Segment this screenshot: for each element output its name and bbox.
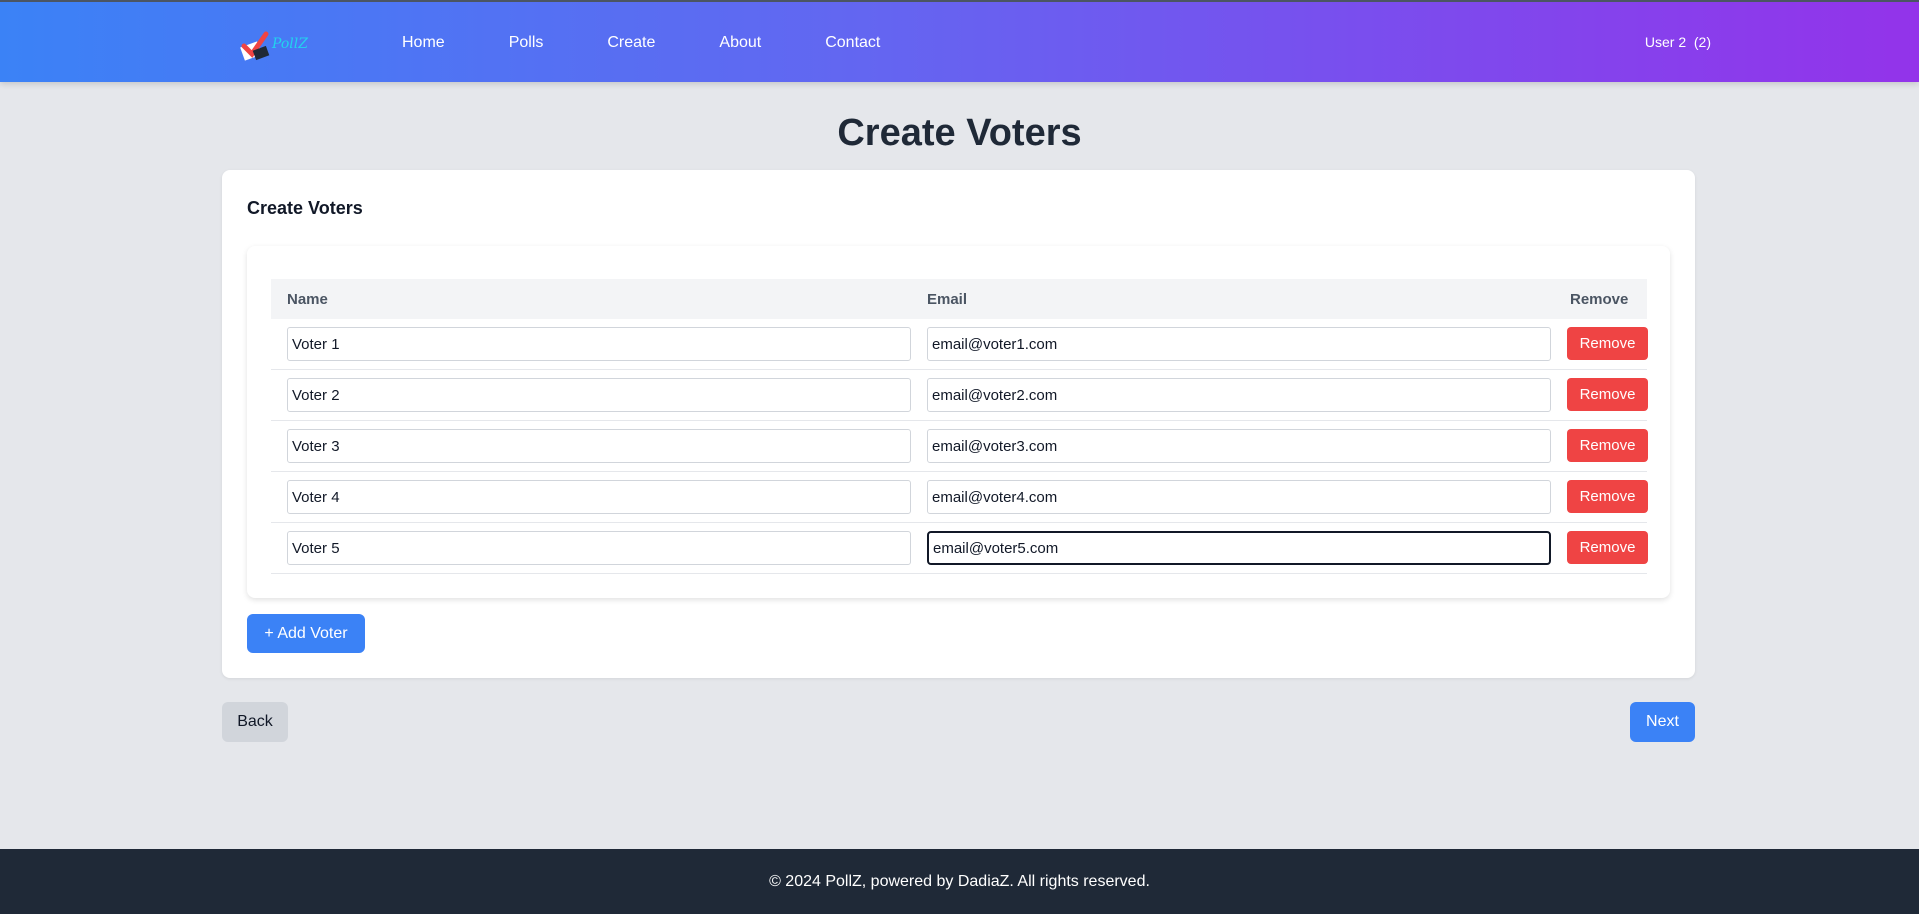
navbar: PollZ Home Polls Create About Contact Us… [0,0,1919,82]
create-voters-card: Create Voters Name Email Remove Remove R… [222,170,1695,678]
voter-email-input[interactable] [927,531,1551,565]
add-voter-button[interactable]: + Add Voter [247,614,365,653]
footer-copyright: © 2024 PollZ, powered by DadiaZ. All rig… [769,872,1150,890]
voter-email-input[interactable] [927,378,1551,412]
table-row: Remove [271,319,1648,370]
voter-name-input[interactable] [287,378,911,412]
voter-name-input[interactable] [287,327,911,361]
table-row: Remove [271,472,1648,523]
column-header-remove: Remove [1570,291,1629,308]
pollz-logo[interactable]: PollZ [238,28,320,62]
nav-about[interactable]: About [719,34,761,52]
voters-table: Name Email Remove Remove Remove Remove [271,279,1648,574]
voter-name-input[interactable] [287,429,911,463]
column-header-email: Email [927,291,968,308]
voter-name-input[interactable] [287,480,911,514]
svg-text:PollZ: PollZ [271,36,308,52]
next-button[interactable]: Next [1630,702,1695,742]
user-menu[interactable]: User 2 (2) [1645,34,1711,50]
voter-email-input[interactable] [927,429,1551,463]
card-title: Create Voters [247,198,363,218]
voter-email-input[interactable] [927,327,1551,361]
table-row: Remove [271,421,1648,472]
nav-home[interactable]: Home [402,34,445,52]
remove-voter-button[interactable]: Remove [1567,531,1648,564]
remove-voter-button[interactable]: Remove [1567,378,1648,411]
nav-create[interactable]: Create [607,34,655,52]
remove-voter-button[interactable]: Remove [1567,327,1648,360]
voter-name-input[interactable] [287,531,911,565]
column-header-name: Name [287,291,328,308]
main-nav: Home Polls Create About Contact [402,2,944,84]
remove-voter-button[interactable]: Remove [1567,429,1648,462]
nav-contact[interactable]: Contact [825,34,880,52]
footer: © 2024 PollZ, powered by DadiaZ. All rig… [0,849,1919,914]
remove-voter-button[interactable]: Remove [1567,480,1648,513]
table-header: Name Email Remove [271,279,1647,319]
voters-table-container: Name Email Remove Remove Remove Remove [247,246,1670,598]
nav-polls[interactable]: Polls [509,34,544,52]
table-row: Remove [271,370,1648,421]
back-button[interactable]: Back [222,702,288,742]
voter-email-input[interactable] [927,480,1551,514]
page-title: Create Voters [837,112,1082,154]
table-row: Remove [271,523,1648,574]
